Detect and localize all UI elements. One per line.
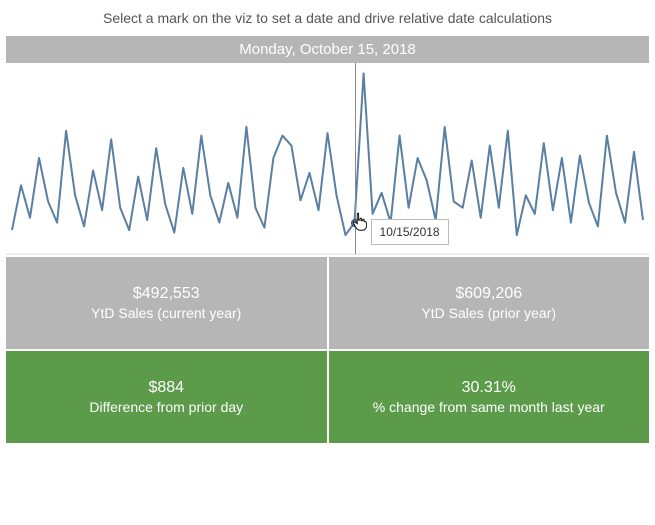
metric-value: $492,553 <box>133 285 200 303</box>
metric-value: $609,206 <box>455 285 522 303</box>
metric-ytd-prior: $609,206 YtD Sales (prior year) <box>329 257 650 349</box>
metric-label: % change from same month last year <box>373 399 605 415</box>
selected-date-bar: Monday, October 15, 2018 <box>6 36 649 63</box>
metric-value: 30.31% <box>462 379 516 397</box>
metric-label: Difference from prior day <box>89 399 243 415</box>
metric-label: YtD Sales (current year) <box>91 305 241 321</box>
metrics-row-top: $492,553 YtD Sales (current year) $609,2… <box>6 257 649 349</box>
metric-value: $884 <box>148 379 184 397</box>
timeseries-chart[interactable]: 10/15/2018 <box>6 63 649 255</box>
instruction-text: Select a mark on the viz to set a date a… <box>6 6 649 36</box>
date-tooltip: 10/15/2018 <box>371 219 449 245</box>
metric-diff-prior-day: $884 Difference from prior day <box>6 351 327 443</box>
metrics-row-bottom: $884 Difference from prior day 30.31% % … <box>6 351 649 443</box>
metric-label: YtD Sales (prior year) <box>421 305 556 321</box>
metric-ytd-current: $492,553 YtD Sales (current year) <box>6 257 327 349</box>
tooltip-date-text: 10/15/2018 <box>380 225 440 239</box>
dashboard-container: Select a mark on the viz to set a date a… <box>0 0 655 525</box>
metric-pct-change-yoy: 30.31% % change from same month last yea… <box>329 351 650 443</box>
selected-point-marker <box>351 219 359 227</box>
